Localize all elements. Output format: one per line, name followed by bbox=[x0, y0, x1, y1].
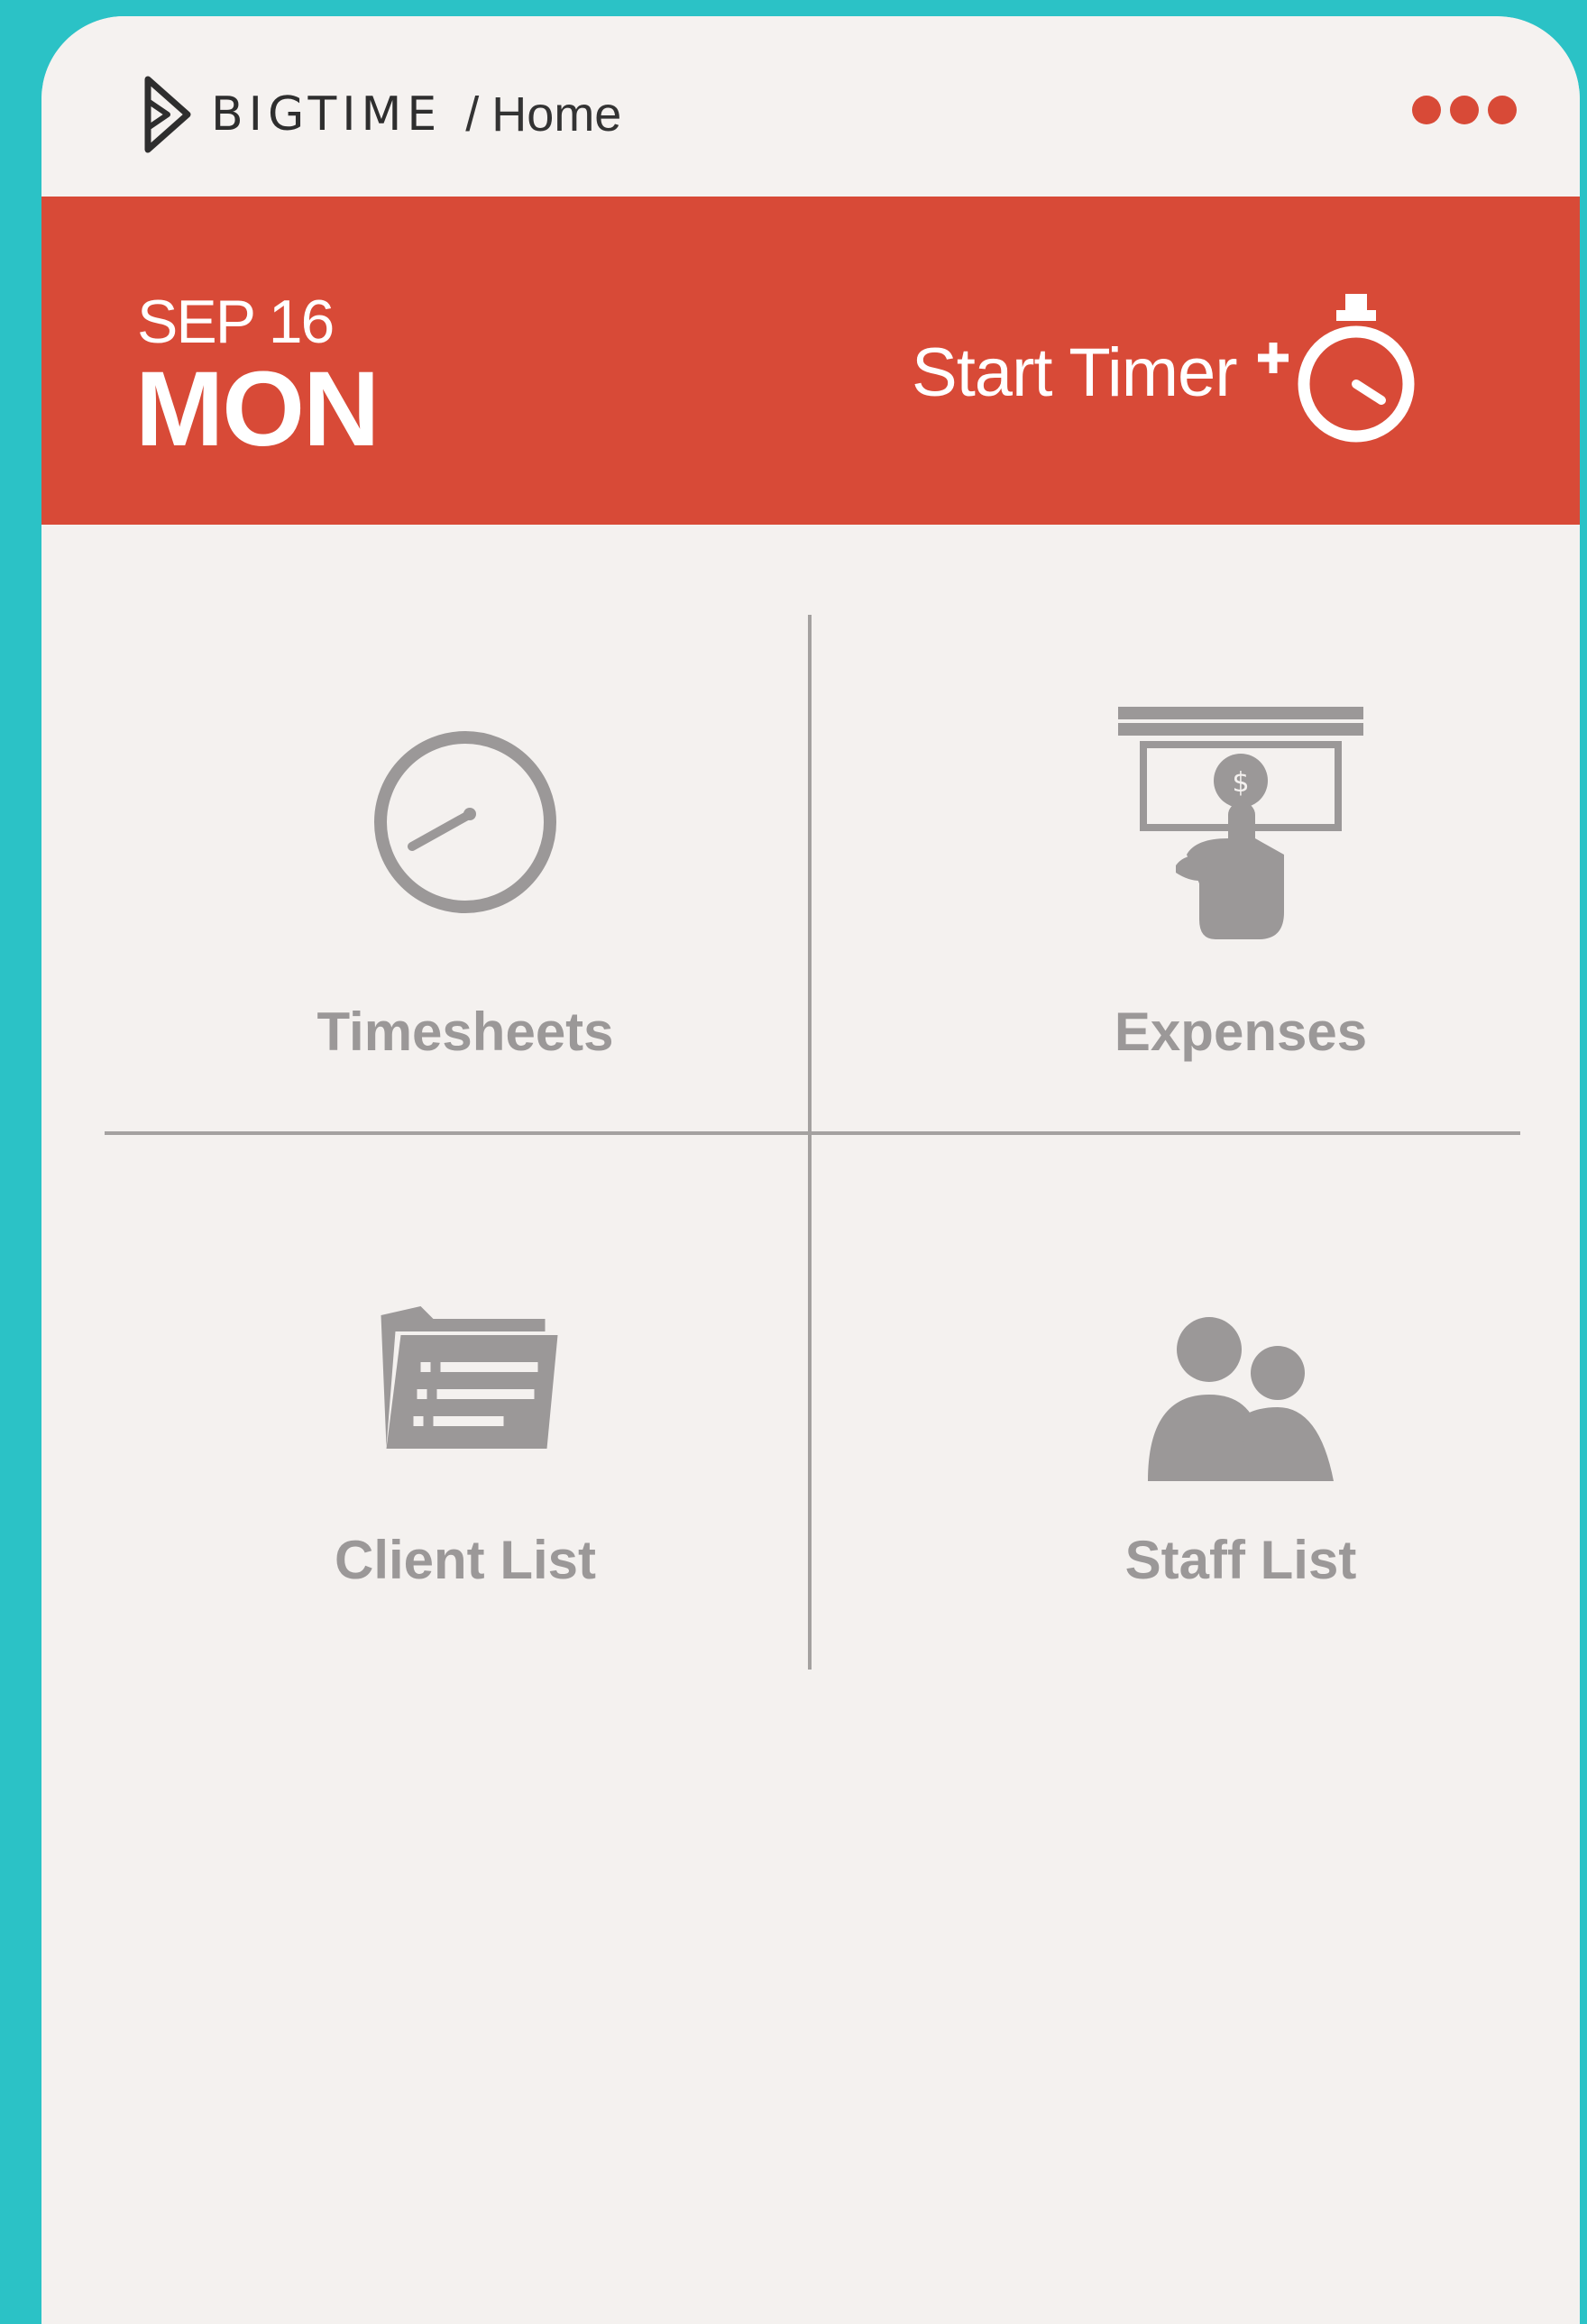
more-dots-icon bbox=[1488, 96, 1517, 124]
breadcrumb: BIGTIME / Home bbox=[141, 74, 621, 155]
brand-name: BIGTIME bbox=[211, 87, 443, 142]
start-timer-label: Start Timer bbox=[912, 334, 1238, 411]
expenses-label: Expenses bbox=[1114, 1002, 1368, 1062]
date-header: SEP 16 MON Start Timer bbox=[41, 197, 1580, 525]
grid-divider-horizontal bbox=[105, 1131, 1520, 1135]
page-title: Home bbox=[491, 87, 622, 142]
bigtime-logo-icon bbox=[144, 76, 191, 153]
top-bar: BIGTIME / Home bbox=[41, 16, 1580, 197]
home-menu-grid: Timesheets $ Expenses Client List Staff … bbox=[41, 525, 1580, 1697]
client-list-tile[interactable]: Client List bbox=[114, 1174, 817, 1661]
atm-cash-icon: $ bbox=[1118, 707, 1363, 939]
start-timer-button[interactable]: Start Timer bbox=[912, 278, 1421, 467]
breadcrumb-separator: / bbox=[465, 87, 480, 142]
current-date: SEP 16 bbox=[137, 288, 335, 356]
stopwatch-plus-icon bbox=[1257, 294, 1415, 443]
client-list-label: Client List bbox=[334, 1530, 596, 1590]
more-dots-icon bbox=[1412, 96, 1441, 124]
staff-list-tile[interactable]: Staff List bbox=[889, 1174, 1580, 1661]
timesheets-tile[interactable]: Timesheets bbox=[114, 633, 817, 1120]
svg-text:$: $ bbox=[1232, 767, 1249, 799]
speedometer-icon bbox=[374, 731, 556, 913]
staff-list-label: Staff List bbox=[1124, 1530, 1357, 1590]
current-weekday: MON bbox=[135, 350, 380, 469]
app-screen: BIGTIME / Home SEP 16 MON Start Timer Ti… bbox=[41, 16, 1580, 2324]
more-dots-icon bbox=[1450, 96, 1479, 124]
expenses-tile[interactable]: $ Expenses bbox=[889, 633, 1580, 1120]
timesheets-label: Timesheets bbox=[316, 1002, 614, 1062]
folder-list-icon bbox=[381, 1306, 558, 1449]
more-menu-button[interactable] bbox=[1412, 96, 1517, 124]
people-icon bbox=[1148, 1317, 1334, 1481]
